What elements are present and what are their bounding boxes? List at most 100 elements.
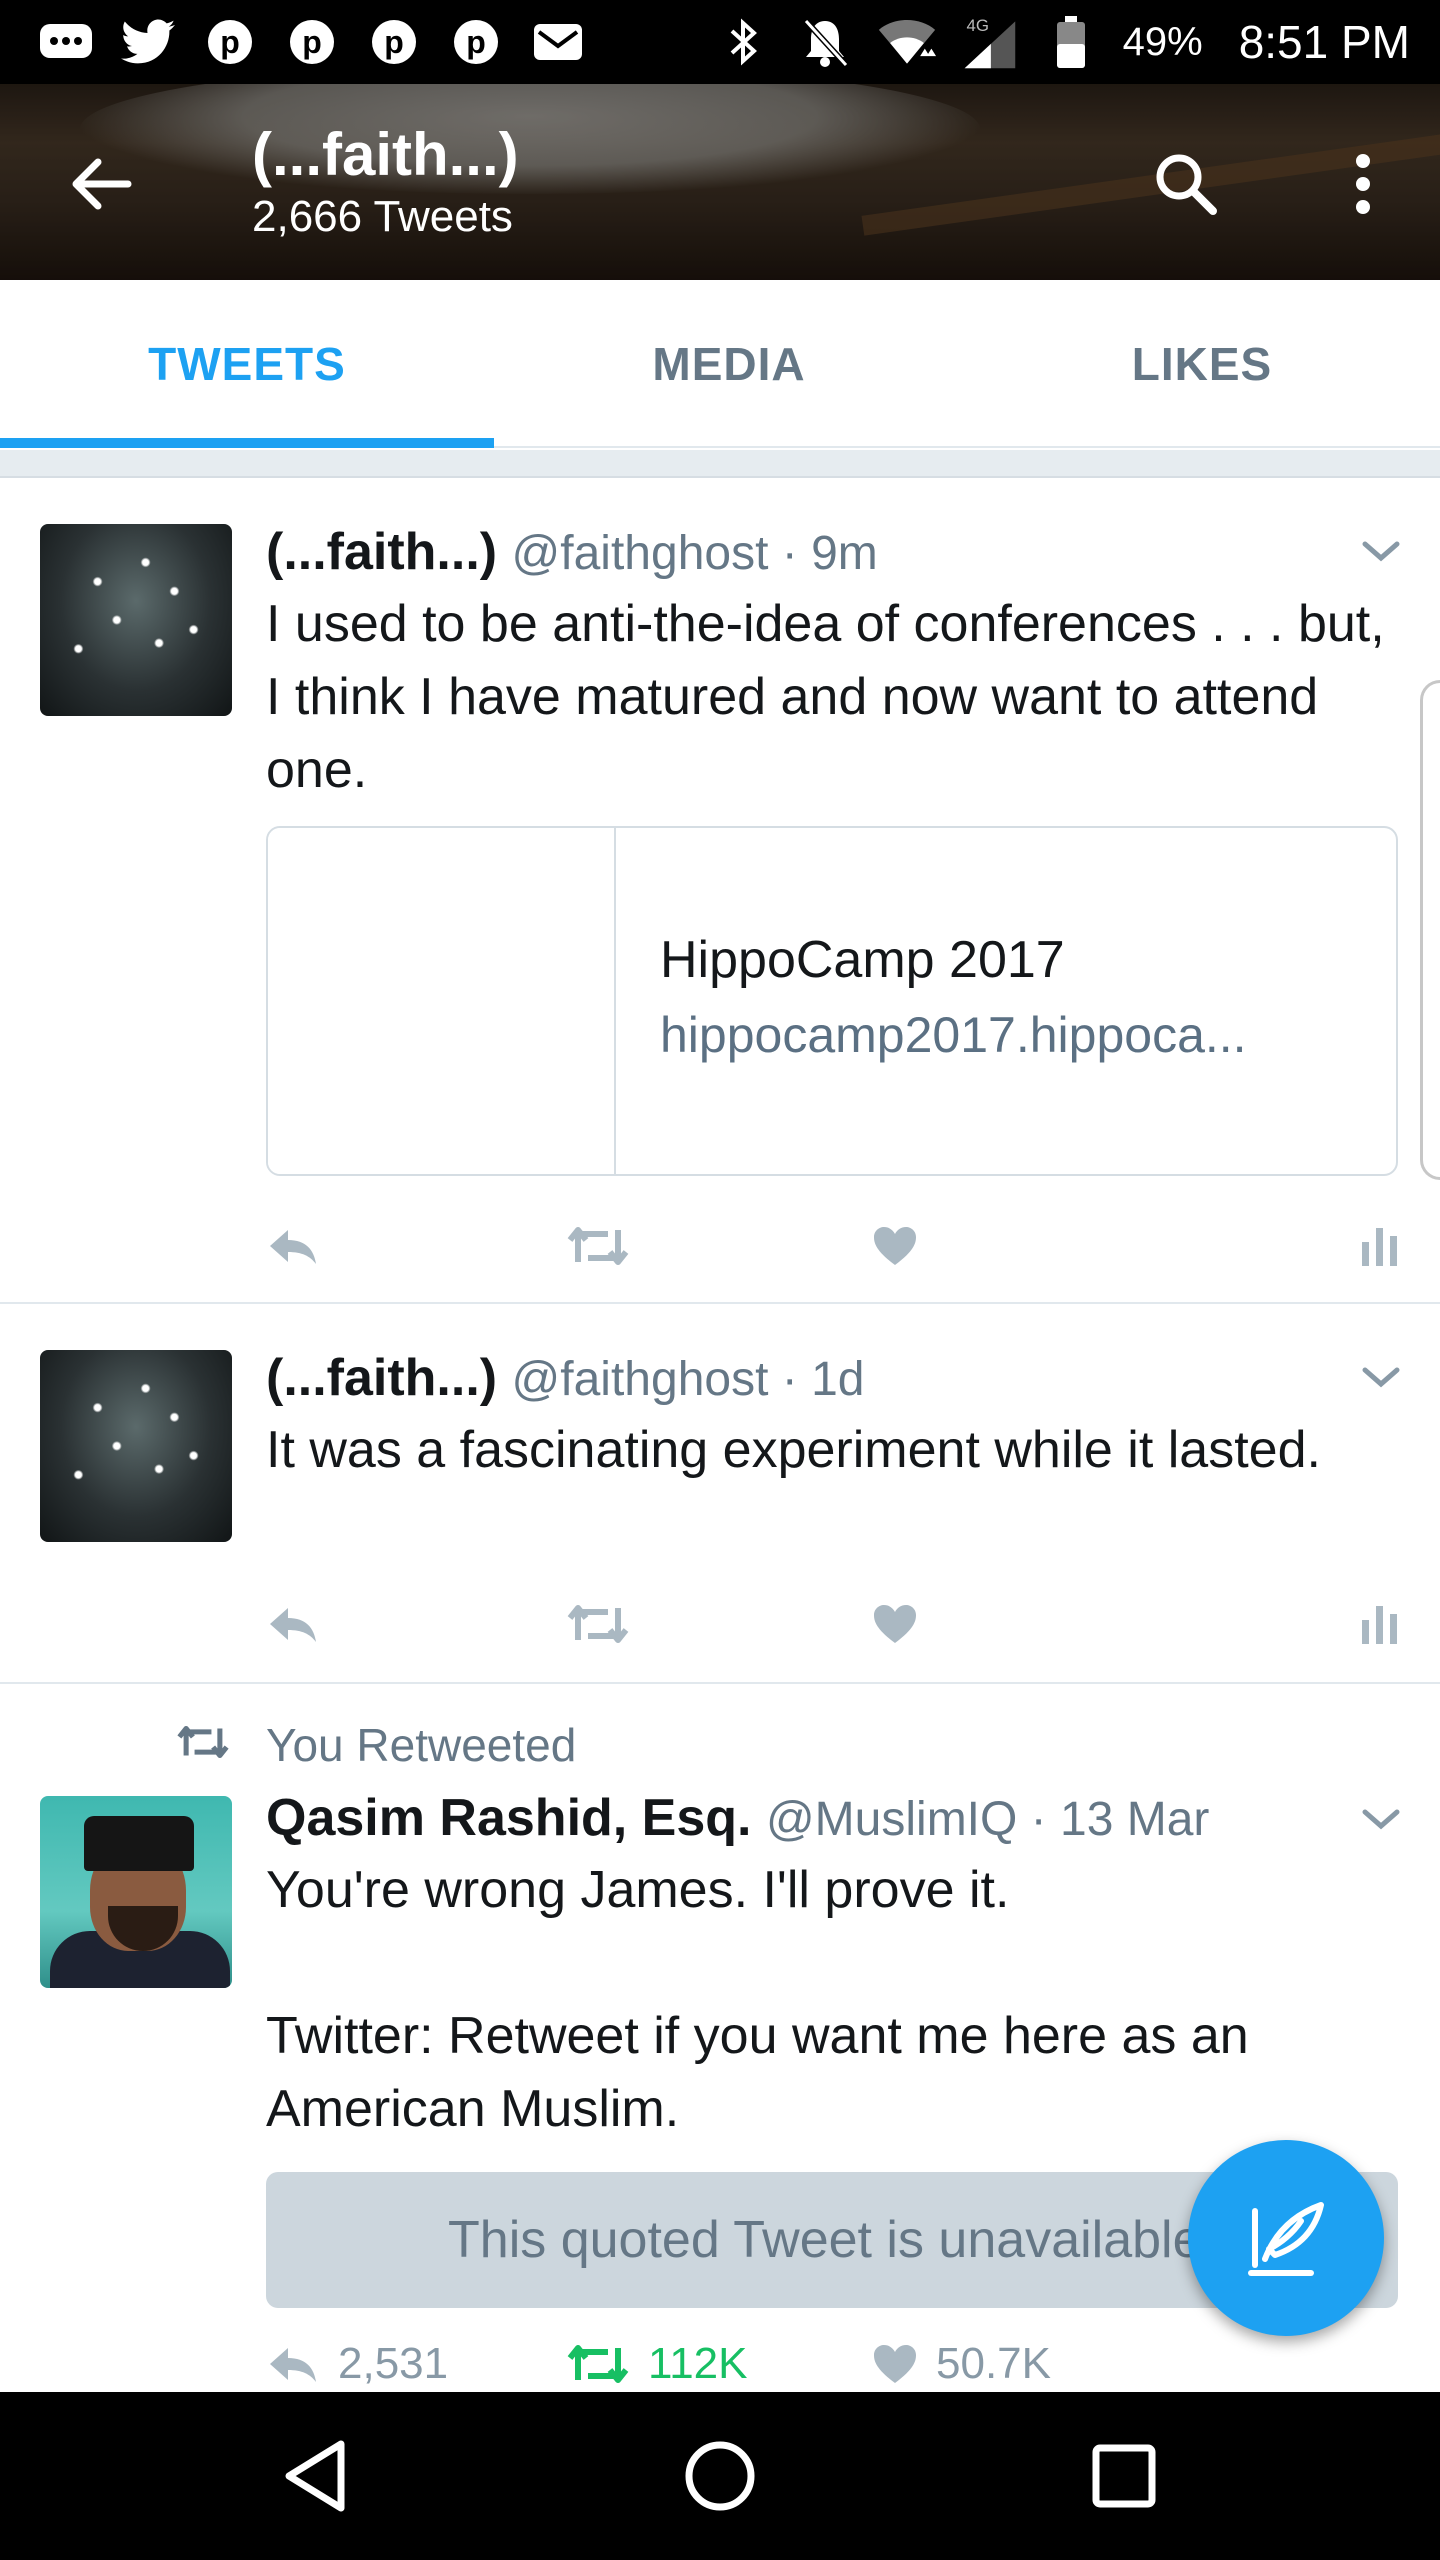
status-bar: p p p p 4G 49% 8:51 PM [0, 0, 1440, 84]
author-name[interactable]: (...faith...) [266, 523, 497, 581]
chevron-down-icon [1362, 1367, 1400, 1388]
mail-icon [528, 12, 588, 72]
compose-tweet-button[interactable] [1188, 2140, 1384, 2336]
avatar[interactable] [40, 524, 232, 716]
retweet-icon [177, 1725, 229, 1759]
retweet-button[interactable]: 112K [566, 2334, 748, 2394]
analytics-button[interactable] [1360, 1594, 1400, 1654]
tab-media[interactable]: MEDIA [494, 280, 964, 448]
avatar[interactable] [40, 1350, 232, 1542]
system-navigation-bar [0, 2392, 1440, 2560]
reply-button[interactable] [266, 1594, 320, 1654]
svg-text:p: p [466, 24, 486, 60]
like-button[interactable] [872, 1216, 918, 1276]
retweet-icon [567, 2345, 629, 2383]
tweet-item[interactable]: (...faith...) @faithghost · 9m I used to… [0, 480, 1440, 1304]
tweet-header: (...faith...) @faithghost · 1d [266, 1348, 864, 1408]
avatar-figure-cap [84, 1816, 194, 1871]
profile-header: (...faith...) 2,666 Tweets [0, 84, 1440, 280]
nav-home-button[interactable] [670, 2426, 770, 2526]
svg-text:p: p [384, 24, 404, 60]
triangle-back-icon [285, 2440, 345, 2512]
retweeted-label: You Retweeted [266, 1719, 577, 1771]
reply-icon [270, 1608, 316, 1642]
tweet-options-button[interactable] [1356, 532, 1406, 572]
retweet-button[interactable] [566, 1594, 630, 1654]
profile-name: (...faith...) [252, 121, 519, 188]
card-url: hippocamp2017.hippoca... [660, 1007, 1247, 1063]
tweet-text: It was a fascinating experiment while it… [266, 1421, 1321, 1479]
messaging-icon [36, 12, 96, 72]
tweet-item[interactable]: (...faith...) @faithghost · 1d It was a … [0, 1304, 1440, 1684]
reply-button[interactable]: 2,531 [266, 2334, 448, 2394]
notification-icons: p p p p [36, 12, 588, 72]
author-name[interactable]: Qasim Rashid, Esq. [266, 1789, 752, 1847]
pinterest-icon: p [200, 12, 260, 72]
fast-scroll-handle[interactable] [1420, 680, 1440, 1180]
timeline-divider [0, 450, 1440, 478]
nav-recents-button[interactable] [1074, 2426, 1174, 2526]
tweet-options-button[interactable] [1356, 1800, 1406, 1840]
like-button[interactable]: 50.7K [872, 2334, 1051, 2394]
wifi-icon [877, 12, 937, 72]
bluetooth-icon [713, 12, 773, 72]
retweet-icon [567, 1605, 629, 1643]
card-title: HippoCamp 2017 [660, 931, 1065, 989]
like-button[interactable] [872, 1594, 918, 1654]
svg-text:4G: 4G [966, 16, 989, 35]
reply-icon [270, 1230, 316, 1264]
search-button[interactable] [1146, 144, 1226, 224]
chevron-down-icon [1362, 1809, 1400, 1830]
svg-text:p: p [220, 24, 240, 60]
chevron-down-icon [1362, 541, 1400, 562]
retweet-button[interactable] [566, 1216, 630, 1276]
profile-tabs: TWEETS MEDIA LIKES [0, 280, 1440, 448]
circle-home-icon [685, 2441, 755, 2511]
pinterest-icon: p [282, 12, 342, 72]
analytics-bars-icon [1362, 1606, 1397, 1644]
nav-back-button[interactable] [266, 2426, 366, 2526]
compose-quill-icon [1248, 2202, 1324, 2276]
system-icons: 4G 49% 8:51 PM [713, 12, 1410, 72]
tweet-actions [266, 1216, 1406, 1276]
tweet-header: (...faith...) @faithghost · 9m [266, 522, 878, 582]
tab-likes[interactable]: LIKES [964, 280, 1440, 448]
search-icon [1156, 154, 1217, 215]
tab-tweets[interactable]: TWEETS [0, 280, 494, 448]
like-count: 50.7K [936, 2339, 1051, 2388]
tweet-text: You're wrong James. I'll prove it. [266, 1861, 1010, 1919]
heart-icon [874, 1227, 916, 1265]
pinterest-icon: p [446, 12, 506, 72]
more-vertical-icon [1356, 154, 1370, 214]
battery-percent: 49% [1122, 19, 1203, 64]
retweet-count: 112K [648, 2339, 748, 2388]
heart-icon [874, 1605, 916, 1643]
battery-icon [1041, 12, 1101, 72]
tweet-text: Twitter: Retweet if you want me here as … [266, 2007, 1249, 2138]
square-recents-icon [1092, 2444, 1156, 2508]
tweet-options-button[interactable] [1356, 1358, 1406, 1398]
pinterest-icon: p [364, 12, 424, 72]
author-handle-time: @faithghost · 1d [511, 1353, 865, 1406]
signal-icon: 4G [959, 12, 1019, 72]
analytics-button[interactable] [1360, 1216, 1400, 1276]
tweet-count: 2,666 Tweets [252, 192, 513, 241]
link-card[interactable]: HippoCamp 2017 hippocamp2017.hippoca... [266, 826, 1398, 1176]
back-button[interactable] [60, 144, 140, 224]
author-handle-time: @MuslimIQ · 13 Mar [765, 1793, 1210, 1846]
retweet-icon [567, 1227, 629, 1265]
reply-button[interactable] [266, 1216, 320, 1276]
back-arrow-icon [72, 158, 132, 210]
overflow-menu-button[interactable] [1328, 144, 1398, 224]
avatar[interactable] [40, 1796, 232, 1988]
author-handle-time: @faithghost · 9m [511, 527, 878, 580]
reply-count: 2,531 [338, 2339, 449, 2388]
clock: 8:51 PM [1238, 16, 1410, 68]
tweet-actions: 2,531 112K 50.7K [266, 2334, 1406, 2394]
author-name[interactable]: (...faith...) [266, 1349, 497, 1407]
tweet-header: Qasim Rashid, Esq. @MuslimIQ · 13 Mar [266, 1788, 1209, 1848]
active-tab-indicator [0, 438, 494, 448]
tweet-actions [266, 1594, 1406, 1654]
mute-notifications-icon [795, 12, 855, 72]
reply-icon [270, 2348, 316, 2382]
